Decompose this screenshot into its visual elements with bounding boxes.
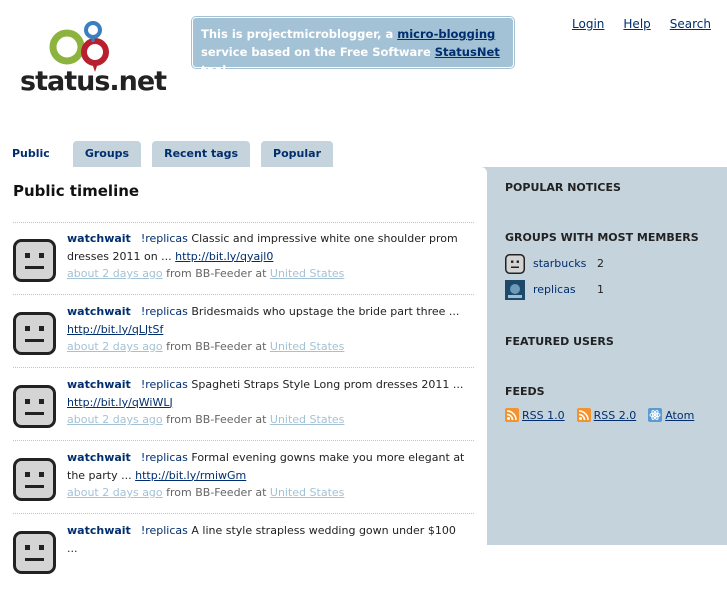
group-name-link[interactable]: starbucks [533, 257, 586, 270]
notice-text: watchwait !replicas Classic and impressiv… [67, 230, 469, 283]
divider [13, 440, 474, 441]
notice-source: from BB-Feeder at [162, 267, 270, 280]
login-link[interactable]: Login [572, 17, 604, 31]
notice-text: watchwait !replicas A line style straples… [67, 522, 469, 557]
group-avatar[interactable] [505, 254, 525, 274]
notice-url-link[interactable]: http://bit.ly/rmiwGm [135, 469, 246, 482]
group-tag-link[interactable]: !replicas [141, 232, 188, 245]
main-content: Public timeline watchwait !replicas Class… [0, 167, 487, 574]
notice-content: Bridesmaids who upstage the bride part t… [187, 305, 460, 318]
rss-icon [505, 408, 519, 422]
feed-rss1: RSS 1.0 [505, 408, 565, 422]
notice-item: watchwait !replicas Formal evening gowns … [13, 449, 474, 521]
rss-icon [576, 408, 591, 422]
group-avatar[interactable] [505, 280, 525, 300]
atom-icon [648, 408, 663, 422]
group-member-count: 1 [597, 283, 604, 296]
tab-public[interactable]: Public [0, 141, 62, 167]
notice-location-link[interactable]: United States [270, 340, 345, 353]
notice-meta: about 2 days ago from BB-Feeder at Unite… [67, 267, 344, 280]
notice-time-link[interactable]: about 2 days ago [67, 267, 163, 280]
notice-url-link[interactable]: http://bit.ly/qLJtSf [67, 323, 163, 336]
notice-item: watchwait !replicas Classic and impressiv… [13, 230, 474, 302]
help-link[interactable]: Help [623, 17, 650, 31]
tab-popular[interactable]: Popular [261, 141, 333, 167]
avatar[interactable] [13, 531, 56, 574]
page-title: Public timeline [13, 182, 140, 200]
notice-time-link[interactable]: about 2 days ago [67, 340, 163, 353]
notice-url-link[interactable]: http://bit.ly/qWiWLJ [67, 396, 173, 409]
notice-content: Spagheti Straps Style Long prom dresses … [187, 378, 464, 391]
notice-item: watchwait !replicas Bridesmaids who upsta… [13, 303, 474, 375]
notice-author[interactable]: watchwait [67, 305, 131, 318]
group-tag-link[interactable]: !replicas [141, 524, 188, 537]
feed-list: RSS 1.0 RSS 2.0 Atom [505, 408, 694, 422]
tab-recent-tags[interactable]: Recent tags [152, 141, 251, 167]
divider [13, 222, 474, 223]
rss1-link[interactable]: RSS 1.0 [522, 409, 565, 422]
search-link[interactable]: Search [670, 17, 711, 31]
notice-time-link[interactable]: about 2 days ago [67, 413, 163, 426]
group-tag-link[interactable]: !replicas [141, 305, 188, 318]
avatar[interactable] [13, 239, 56, 282]
sidebar: POPULAR NOTICES GROUPS WITH MOST MEMBERS… [491, 167, 727, 463]
tab-groups[interactable]: Groups [72, 141, 142, 167]
notice-author[interactable]: watchwait [67, 451, 131, 464]
divider [13, 367, 474, 368]
notice-source: from BB-Feeder at [162, 486, 270, 499]
group-tag-link[interactable]: !replicas [141, 378, 188, 391]
group-tag-link[interactable]: !replicas [141, 451, 188, 464]
notice-author[interactable]: watchwait [67, 524, 131, 537]
notice-author[interactable]: watchwait [67, 378, 131, 391]
groups-heading: GROUPS WITH MOST MEMBERS [505, 231, 699, 244]
notice-item: watchwait !replicas A line style straples… [13, 522, 474, 594]
logo-text: status.net [20, 66, 167, 97]
divider [13, 513, 474, 514]
avatar[interactable] [13, 458, 56, 501]
atom-link[interactable]: Atom [665, 409, 694, 422]
notice-location-link[interactable]: United States [270, 486, 345, 499]
feeds-heading: FEEDS [505, 385, 545, 398]
notice-url-link[interactable]: http://bit.ly/qyajl0 [175, 250, 273, 263]
notice-text: watchwait !replicas Bridesmaids who upsta… [67, 303, 469, 356]
site-logo[interactable]: status.net [20, 20, 167, 98]
micro-blogging-link[interactable]: micro-blogging [397, 27, 495, 41]
notice-text: watchwait !replicas Formal evening gowns … [67, 449, 469, 502]
notice-source: from BB-Feeder at [162, 340, 270, 353]
site-notice-text: service based on the Free Software [201, 45, 435, 59]
avatar[interactable] [13, 312, 56, 355]
notice-meta: about 2 days ago from BB-Feeder at Unite… [67, 413, 344, 426]
site-nav: Login Help Search [572, 17, 711, 31]
rss2-link[interactable]: RSS 2.0 [594, 409, 637, 422]
notice-meta: about 2 days ago from BB-Feeder at Unite… [67, 486, 344, 499]
notice-meta: about 2 days ago from BB-Feeder at Unite… [67, 340, 344, 353]
avatar[interactable] [13, 385, 56, 428]
notice-author[interactable]: watchwait [67, 232, 131, 245]
site-notice: This is projectmicroblogger, a micro-blo… [192, 17, 514, 77]
site-notice-text: tool. [201, 63, 231, 77]
group-name-link[interactable]: replicas [533, 283, 576, 296]
notice-text: watchwait !replicas Spagheti Straps Style… [67, 376, 469, 429]
site-notice-text: This is projectmicroblogger, a [201, 27, 398, 41]
notice-location-link[interactable]: United States [270, 413, 345, 426]
timeline-tabs: Public Groups Recent tags Popular [0, 141, 344, 167]
notice-location-link[interactable]: United States [270, 267, 345, 280]
feed-atom: Atom [648, 408, 694, 422]
notice-item: watchwait !replicas Spagheti Straps Style… [13, 376, 474, 448]
featured-users-heading: FEATURED USERS [505, 335, 614, 348]
popular-notices-heading: POPULAR NOTICES [505, 181, 621, 194]
group-member-count: 2 [597, 257, 604, 270]
notice-source: from BB-Feeder at [162, 413, 270, 426]
notice-time-link[interactable]: about 2 days ago [67, 486, 163, 499]
logo-bubbles-icon [49, 21, 109, 72]
feed-rss2: RSS 2.0 [576, 408, 637, 422]
divider [13, 294, 474, 295]
statusnet-link[interactable]: StatusNet [435, 45, 500, 59]
